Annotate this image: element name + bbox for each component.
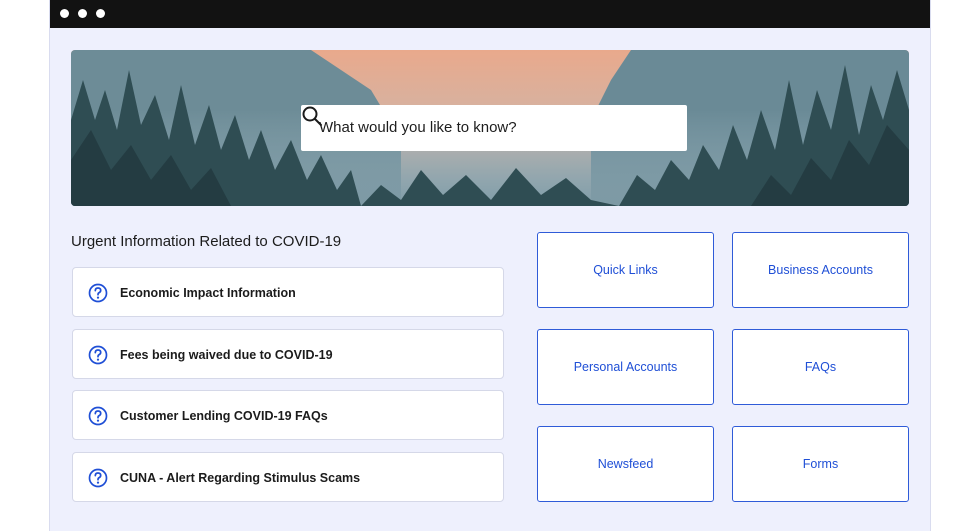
- section-title: Urgent Information Related to COVID-19: [71, 233, 342, 250]
- browser-window: What would you like to know? Urgent Info…: [49, 0, 931, 531]
- tile-label: Quick Links: [593, 263, 658, 277]
- tile-newsfeed[interactable]: Newsfeed: [537, 426, 714, 502]
- search-icon[interactable]: [301, 105, 323, 127]
- tile-personal-accounts[interactable]: Personal Accounts: [537, 329, 714, 405]
- info-card-label: CUNA - Alert Regarding Stimulus Scams: [120, 471, 361, 485]
- info-card-label: Economic Impact Information: [120, 286, 296, 300]
- hero-banner: What would you like to know?: [71, 50, 909, 206]
- question-circle-icon: [88, 406, 108, 426]
- info-card-fees-waived[interactable]: Fees being waived due to COVID-19: [72, 329, 504, 379]
- tile-label: Forms: [802, 457, 839, 471]
- window-control-dot[interactable]: [60, 9, 69, 18]
- tile-forms[interactable]: Forms: [732, 426, 909, 502]
- tile-quick-links[interactable]: Quick Links: [537, 232, 714, 308]
- info-card-label: Fees being waived due to COVID-19: [120, 348, 333, 362]
- title-bar: [50, 0, 930, 28]
- search-bar[interactable]: What would you like to know?: [301, 105, 687, 151]
- tile-faqs[interactable]: FAQs: [732, 329, 909, 405]
- question-circle-icon: [88, 468, 108, 488]
- question-circle-icon: [88, 345, 108, 365]
- question-circle-icon: [88, 283, 108, 303]
- tile-label: FAQs: [804, 360, 837, 374]
- info-card-economic-impact[interactable]: Economic Impact Information: [72, 267, 504, 317]
- tile-label: Newsfeed: [597, 457, 654, 471]
- tile-business-accounts[interactable]: Business Accounts: [732, 232, 909, 308]
- tile-label: Personal Accounts: [573, 360, 678, 374]
- search-input[interactable]: What would you like to know?: [319, 119, 517, 136]
- info-card-stimulus-scams[interactable]: CUNA - Alert Regarding Stimulus Scams: [72, 452, 504, 502]
- window-control-dot[interactable]: [78, 9, 87, 18]
- tile-label: Business Accounts: [768, 263, 873, 277]
- info-card-label: Customer Lending COVID-19 FAQs: [120, 409, 328, 423]
- info-card-lending-faqs[interactable]: Customer Lending COVID-19 FAQs: [72, 390, 504, 440]
- window-control-dot[interactable]: [96, 9, 105, 18]
